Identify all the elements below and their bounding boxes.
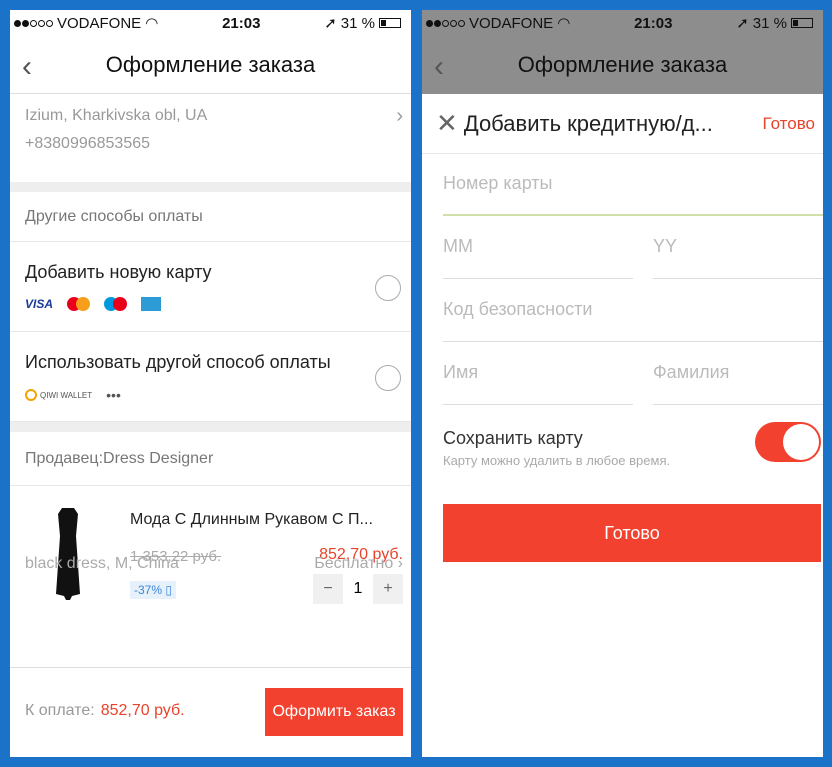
more-icon: ••• bbox=[106, 387, 121, 403]
maestro-icon bbox=[104, 297, 128, 311]
order-screen: VODAFONE ◠ 21:03 ➚ 31 % ‹ Оформление зак… bbox=[10, 10, 411, 757]
first-name-field[interactable]: Имя bbox=[443, 342, 633, 405]
back-icon[interactable]: ‹ bbox=[434, 50, 444, 84]
carrier-label: VODAFONE bbox=[57, 14, 142, 32]
expiry-year-field[interactable]: YY bbox=[653, 216, 823, 279]
product-title[interactable]: Мода С Длинным Рукавом С П... bbox=[130, 511, 373, 529]
mobile-icon: ▯ bbox=[162, 583, 172, 597]
shipping-label: Бесплатно › bbox=[314, 555, 403, 572]
address-block[interactable]: Izium, Kharkivska obl, UA +8380996853565… bbox=[10, 102, 411, 182]
location-icon: ➚ bbox=[736, 15, 749, 32]
back-icon[interactable]: ‹ bbox=[22, 50, 32, 84]
product-item: Мода С Длинным Рукавом С П... 1 353,22 р… bbox=[10, 486, 411, 621]
other-method-label: Использовать другой способ оплаты bbox=[25, 352, 331, 372]
place-order-button[interactable]: Оформить заказ bbox=[265, 688, 403, 736]
nav-bar: ‹ Оформление заказа bbox=[422, 36, 823, 94]
add-card-label: Добавить новую карту bbox=[25, 262, 212, 282]
card-form-header: ✕ Добавить кредитную/д... Готово bbox=[422, 94, 823, 154]
submit-button[interactable]: Готово bbox=[443, 504, 821, 562]
to-pay: К оплате: 852,70 руб. bbox=[25, 702, 185, 719]
variant-label: black dress, M, China bbox=[25, 555, 179, 572]
battery-icon bbox=[379, 18, 401, 28]
qty-minus-button[interactable]: − bbox=[313, 574, 343, 604]
time-label: 21:03 bbox=[634, 14, 673, 32]
card-form-title: Добавить кредитную/д... bbox=[463, 110, 713, 136]
discount-badge: -37% ▯ bbox=[130, 581, 176, 599]
signal-icon bbox=[426, 19, 465, 27]
save-card-label: Сохранить карту bbox=[443, 428, 583, 448]
divider bbox=[10, 182, 411, 192]
location-icon: ➚ bbox=[324, 15, 337, 32]
address-line: Izium, Kharkivska obl, UA bbox=[25, 107, 208, 124]
divider bbox=[10, 422, 411, 432]
nav-bar: ‹ Оформление заказа bbox=[10, 36, 411, 94]
mastercard-icon bbox=[67, 297, 91, 311]
done-link[interactable]: Готово bbox=[763, 114, 816, 134]
wifi-icon: ◠ bbox=[557, 15, 571, 32]
expiry-month-field[interactable]: MM bbox=[443, 216, 633, 279]
time-label: 21:03 bbox=[222, 14, 261, 32]
add-card-screen: VODAFONE ◠ 21:03 ➚ 31 % ‹ Оформление зак… bbox=[422, 10, 823, 757]
close-icon[interactable]: ✕ bbox=[436, 108, 458, 139]
card-number-field[interactable]: Номер карты bbox=[443, 153, 823, 216]
page-title: Оформление заказа bbox=[517, 52, 728, 77]
seller-label: Продавец:Dress Designer bbox=[10, 432, 411, 486]
battery-icon bbox=[791, 18, 813, 28]
chevron-right-icon: › bbox=[396, 105, 403, 127]
page-title: Оформление заказа bbox=[105, 51, 316, 77]
save-card-toggle[interactable] bbox=[755, 422, 821, 462]
status-bar: VODAFONE ◠ 21:03 ➚ 31 % bbox=[10, 10, 411, 36]
qty-value: 1 bbox=[353, 580, 363, 597]
battery-label: 31 % bbox=[340, 14, 375, 32]
qiwi-icon: QIWI WALLET bbox=[25, 389, 92, 401]
signal-icon bbox=[14, 19, 53, 27]
amex-icon bbox=[141, 297, 162, 311]
shipping-row[interactable]: black dress, M, China Бесплатно › bbox=[25, 555, 403, 573]
product-image bbox=[56, 508, 80, 600]
visa-logo: VISA bbox=[25, 297, 54, 311]
other-method-radio[interactable] bbox=[375, 365, 401, 391]
battery-label: 31 % bbox=[752, 14, 787, 32]
add-card-option[interactable]: Добавить новую карту VISA bbox=[10, 242, 411, 332]
qty-plus-button[interactable]: + bbox=[373, 574, 403, 604]
save-card-block: Сохранить карту Карту можно удалить в лю… bbox=[443, 428, 670, 468]
checkout-bar: К оплате: 852,70 руб. Оформить заказ bbox=[10, 667, 411, 757]
save-card-hint: Карту можно удалить в любое время. bbox=[443, 453, 671, 468]
carrier-label: VODAFONE bbox=[469, 14, 554, 32]
address-phone: +8380996853565 bbox=[25, 135, 151, 152]
last-name-field[interactable]: Фамилия bbox=[653, 342, 823, 405]
dimmed-header: VODAFONE ◠ 21:03 ➚ 31 % ‹ Оформление зак… bbox=[422, 10, 823, 94]
other-method-option[interactable]: Использовать другой способ оплаты QIWI W… bbox=[10, 332, 411, 422]
add-card-radio[interactable] bbox=[375, 275, 401, 301]
status-bar: VODAFONE ◠ 21:03 ➚ 31 % bbox=[422, 10, 823, 36]
quantity-stepper: − 1 + bbox=[313, 574, 403, 604]
to-pay-value: 852,70 руб. bbox=[100, 702, 185, 719]
security-code-field[interactable]: Код безопасности bbox=[443, 279, 823, 342]
other-payments-header: Другие способы оплаты bbox=[10, 192, 411, 242]
wifi-icon: ◠ bbox=[145, 15, 159, 32]
